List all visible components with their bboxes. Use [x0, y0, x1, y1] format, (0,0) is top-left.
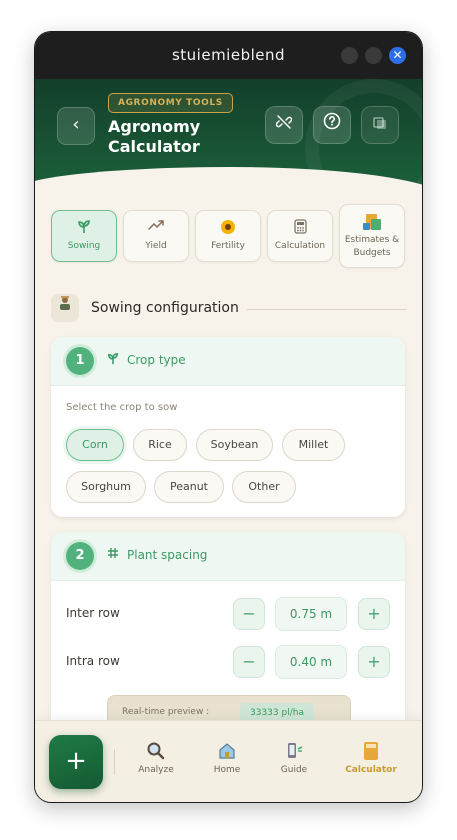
grid-icon — [107, 547, 119, 563]
crop-chip-other[interactable]: Other — [232, 471, 296, 503]
nav-label: Guide — [280, 765, 308, 775]
nav-item-home[interactable]: Home — [199, 741, 255, 775]
nav-label: Home — [213, 765, 241, 775]
budget-icon — [340, 213, 404, 230]
intra-row-decrement-button[interactable]: − — [233, 646, 265, 678]
crop-chip-sorghum[interactable]: Sorghum — [66, 471, 146, 503]
nav-item-analyze[interactable]: Analyze — [128, 741, 184, 775]
calculator-icon — [268, 219, 332, 235]
maximize-button[interactable] — [365, 47, 382, 64]
translate-icon — [373, 116, 387, 134]
crop-chip-millet[interactable]: Millet — [282, 429, 345, 461]
add-button[interactable]: + — [49, 735, 103, 789]
intra-row-label: Intra row — [66, 654, 120, 668]
nav-item-calculator[interactable]: Calculator — [343, 741, 399, 775]
tab-label: Yield — [145, 241, 167, 251]
window-title: stuiemieblend — [171, 46, 286, 64]
title-bar: stuiemieblend ✕ — [35, 32, 422, 79]
crop-chip-corn[interactable]: Corn — [66, 429, 124, 461]
guide-icon — [266, 741, 322, 763]
crop-select-label: Select the crop to sow — [66, 402, 178, 413]
card-header: 1 Crop type — [51, 337, 405, 386]
minimize-button[interactable] — [341, 47, 358, 64]
bottom-navigation: + Analyze Home Guide Calculator — [35, 720, 422, 802]
crop-chip-soybean[interactable]: Soybean — [196, 429, 273, 461]
section-header: Sowing configuration — [51, 294, 407, 324]
step-number: 2 — [66, 542, 94, 570]
intra-row-value[interactable]: 0.40 m — [275, 645, 347, 679]
intra-row-increment-button[interactable]: + — [358, 646, 390, 678]
unlink-button[interactable] — [265, 106, 303, 144]
step-number: 1 — [66, 347, 94, 375]
nav-label: Calculator — [345, 765, 397, 775]
tab-fertility[interactable]: Fertility — [195, 210, 261, 262]
card-title: Crop type — [127, 353, 186, 367]
tab-label: Estimates & Budgets — [344, 235, 400, 258]
card-title: Plant spacing — [127, 548, 208, 562]
section-title: Sowing configuration — [91, 300, 239, 316]
category-tabs: Sowing Yield Fertility Calculation Estim… — [51, 204, 411, 268]
nav-label: Analyze — [138, 765, 174, 775]
trend-up-icon — [124, 219, 188, 235]
crop-chip-rice[interactable]: Rice — [133, 429, 187, 461]
inter-row-decrement-button[interactable]: − — [233, 598, 265, 630]
sprout-icon — [52, 219, 116, 235]
tab-sowing[interactable]: Sowing — [51, 210, 117, 262]
sprout-icon — [107, 352, 119, 369]
inter-row-increment-button[interactable]: + — [358, 598, 390, 630]
home-icon — [199, 741, 255, 763]
magnifier-icon — [128, 741, 184, 763]
help-button[interactable] — [313, 106, 351, 144]
tab-estimates-budgets[interactable]: Estimates & Budgets — [339, 204, 405, 268]
back-button[interactable]: ‹ — [57, 107, 95, 145]
translate-button[interactable] — [361, 106, 399, 144]
nav-divider — [114, 749, 115, 775]
crop-type-card: 1 Crop type Select the crop to sow Corn … — [51, 337, 405, 517]
tab-label: Sowing — [67, 241, 101, 251]
page-title: Agronomy Calculator — [108, 117, 201, 156]
crop-chip-peanut[interactable]: Peanut — [154, 471, 224, 503]
inter-row-label: Inter row — [66, 606, 120, 620]
help-circle-icon — [323, 112, 341, 134]
tab-calculation[interactable]: Calculation — [267, 210, 333, 262]
link-off-icon — [275, 115, 293, 134]
tab-label: Fertility — [211, 241, 245, 251]
close-button[interactable]: ✕ — [389, 47, 406, 64]
inter-row-value[interactable]: 0.75 m — [275, 597, 347, 631]
calculator-icon — [343, 741, 399, 763]
preview-label: Real-time preview : — [122, 707, 210, 717]
section-divider — [247, 309, 407, 310]
farmer-icon — [51, 294, 79, 322]
card-header: 2 Plant spacing — [51, 532, 405, 581]
category-badge: AGRONOMY TOOLS — [108, 93, 233, 113]
chevron-left-icon: ‹ — [72, 114, 80, 135]
flower-icon — [196, 219, 260, 235]
app-window: stuiemieblend ✕ ‹ AGRONOMY TOOLS Agronom… — [35, 32, 422, 802]
nav-item-guide[interactable]: Guide — [266, 741, 322, 775]
tab-yield[interactable]: Yield — [123, 210, 189, 262]
tab-label: Calculation — [274, 241, 326, 251]
